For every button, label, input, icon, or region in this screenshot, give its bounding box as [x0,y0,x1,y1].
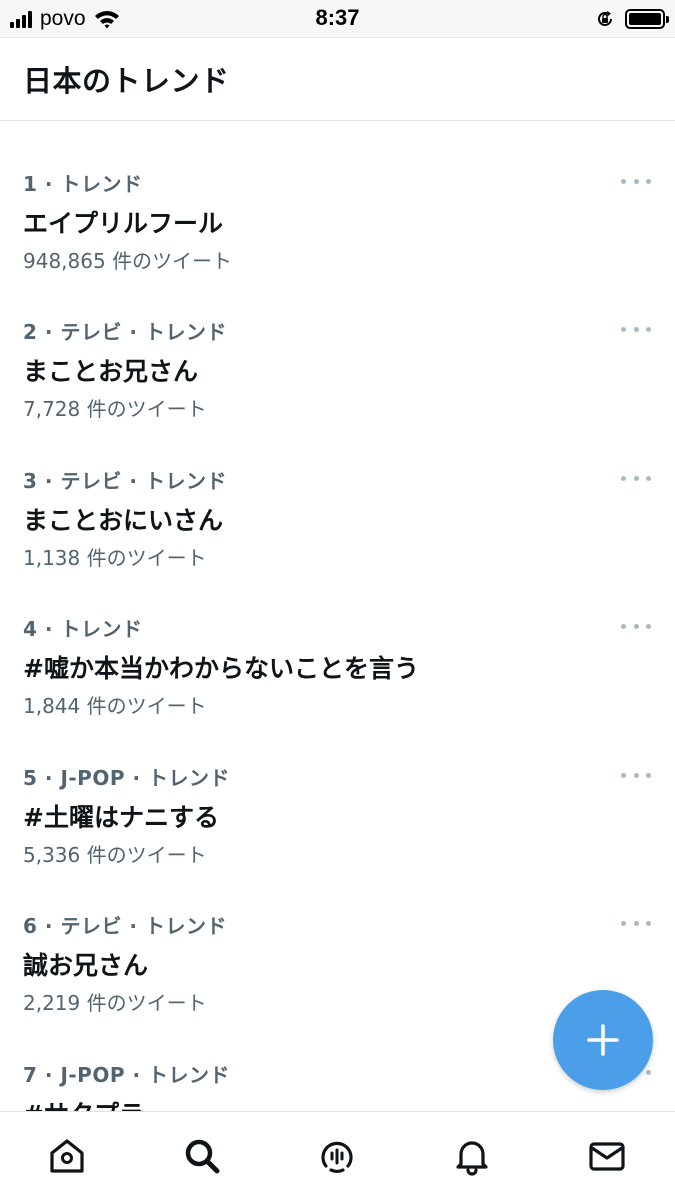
trend-list: 1 · トレンド エイプリルフール 948,865 件のツイート 2 · テレビ… [0,121,675,1111]
mail-icon [589,1142,625,1171]
search-icon [185,1139,220,1174]
page-title: 日本のトレンド [23,64,230,98]
tab-spaces[interactable] [315,1134,359,1178]
compose-tweet-button[interactable] [553,990,653,1090]
trend-item[interactable]: 5 · J-POP · トレンド #土曜はナニする 5,336 件のツイート [0,762,675,910]
trend-tweet-count: 948,865 件のツイート [23,249,233,273]
orientation-lock-icon [598,11,612,26]
trend-tweet-count: 1,844 件のツイート [23,694,207,718]
plus-icon [587,1024,619,1056]
trend-item[interactable]: 2 · テレビ · トレンド まことお兄さん 7,728 件のツイート [0,316,675,464]
tab-search[interactable] [180,1134,224,1178]
trend-tweet-count: 5,336 件のツイート [23,843,207,867]
trend-name: #サタプラ [23,1095,144,1111]
more-options-icon[interactable] [621,473,651,483]
trend-tweet-count: 1,138 件のツイート [23,546,207,570]
bell-icon [456,1141,488,1176]
more-options-icon[interactable] [621,176,651,186]
tab-notifications[interactable] [450,1134,494,1178]
more-options-icon[interactable] [621,770,651,780]
trend-meta: 4 · トレンド [23,617,143,641]
trend-name: エイプリルフール [23,209,224,238]
more-options-icon[interactable] [621,918,651,928]
trend-name: まことお兄さん [23,357,199,386]
trend-tweet-count: 7,728 件のツイート [23,397,207,421]
trend-name: まことおにいさん [23,506,224,535]
spaces-icon [321,1141,353,1173]
trend-meta: 7 · J-POP · トレンド [23,1063,231,1087]
home-icon [50,1139,84,1173]
trend-item[interactable]: 1 · トレンド エイプリルフール 948,865 件のツイート [0,168,675,316]
more-options-icon[interactable] [621,621,651,631]
status-bar: povo 8:37 [0,0,675,38]
trend-item[interactable]: 3 · テレビ · トレンド まことおにいさん 1,138 件のツイート [0,465,675,613]
status-bar-time: 8:37 [315,5,360,30]
battery-icon [625,9,669,29]
status-bar-right [595,7,669,31]
trend-meta: 5 · J-POP · トレンド [23,766,231,790]
trend-name: 誠お兄さん [23,951,149,980]
trend-tweet-count: 2,219 件のツイート [23,991,207,1015]
bottom-tab-bar [0,1111,675,1200]
trend-name: #土曜はナニする [23,803,219,832]
trend-item[interactable]: 4 · トレンド #嘘か本当かわからないことを言う 1,844 件のツイート [0,613,675,761]
more-options-icon[interactable] [621,324,651,334]
trend-meta: 3 · テレビ · トレンド [23,469,227,493]
tab-messages[interactable] [585,1134,629,1178]
tab-home[interactable] [45,1134,89,1178]
trend-meta: 1 · トレンド [23,172,143,196]
trend-name: #嘘か本当かわからないことを言う [23,654,419,683]
trend-meta: 2 · テレビ · トレンド [23,320,227,344]
trend-meta: 6 · テレビ · トレンド [23,914,227,938]
page-header: 日本のトレンド [0,38,675,121]
